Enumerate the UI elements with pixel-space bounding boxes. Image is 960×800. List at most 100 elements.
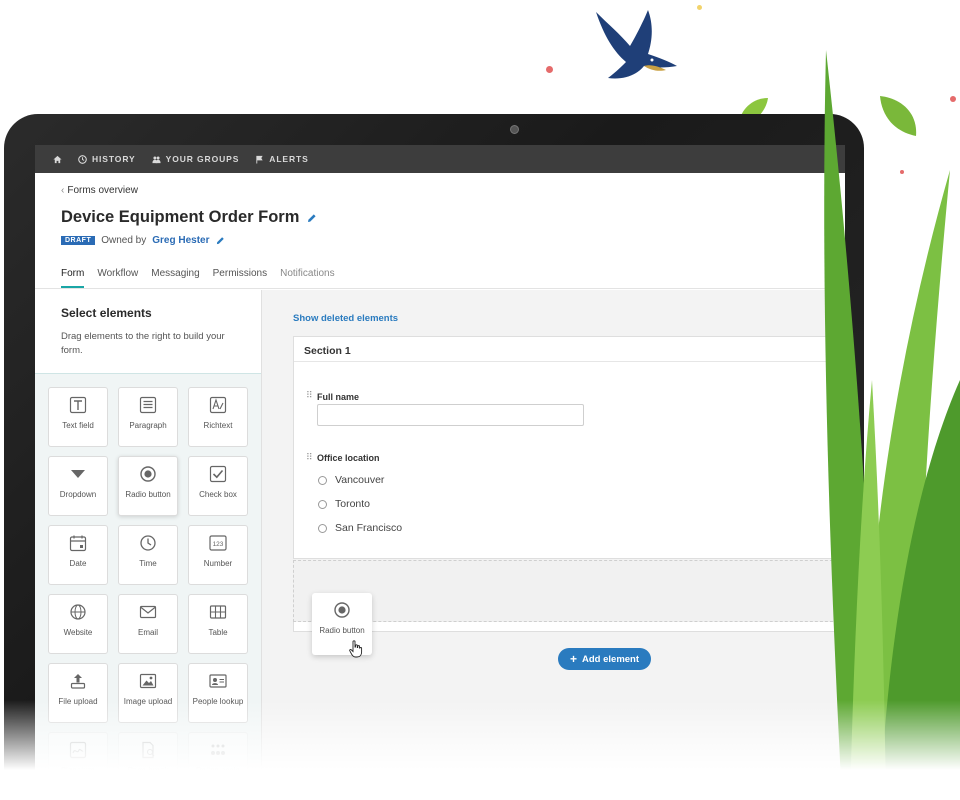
rating-scale-icon [211,744,225,755]
nav-your-groups[interactable]: YOUR GROUPS [152,154,240,164]
element-label: Dropdown [59,490,97,499]
element-richtext[interactable]: Richtext [188,387,248,447]
element-table[interactable]: Table [188,594,248,654]
nav-label: ALERTS [269,154,309,164]
group-icon [152,156,161,163]
element-label: Page break [127,766,169,775]
element-website[interactable]: Website [48,594,108,654]
element-file-upload[interactable]: File upload [48,663,108,723]
drag-handle-icon[interactable]: ⠿ [306,453,313,462]
element-label: Rating scale [195,766,241,775]
element-label: Time [139,559,157,568]
radio-option-label: Vancouver [335,474,385,486]
nav-history[interactable]: HISTORY [78,154,136,164]
tab-notifications[interactable]: Notifications [280,268,334,288]
add-element-button[interactable]: + Add element [558,648,652,670]
full-name-label: Full name [317,392,360,402]
element-label: File upload [58,697,98,706]
number-icon: 123 [209,535,227,551]
element-label: Website [63,628,93,637]
upload-icon [70,674,86,689]
radio-circle[interactable] [318,499,327,509]
element-email[interactable]: Email [118,594,178,654]
radio-option[interactable]: San Francisco [318,522,402,534]
element-radio-button[interactable]: Radio button [118,456,178,516]
clock-icon [78,154,87,164]
element-rating-scale[interactable]: Rating scale [188,732,248,792]
element-image-upload[interactable]: Image upload [118,663,178,723]
owner-link[interactable]: Greg Hester [152,235,209,246]
tab-form[interactable]: Form [61,268,85,288]
element-text-field[interactable]: Text field [48,387,108,447]
form-tabs: Form Workflow Messaging Permissions Noti… [61,268,335,288]
breadcrumb[interactable]: ‹ Forms overview [61,185,819,196]
radio-option[interactable]: Toronto [318,498,370,510]
element-date[interactable]: Date [48,525,108,585]
element-label: Check box [199,490,237,499]
nav-label: HISTORY [92,154,136,164]
chevron-left-icon: ‹ [61,185,65,196]
radio-button-icon [140,466,156,482]
drop-zone[interactable] [293,560,845,622]
element-people-lookup[interactable]: People lookup [188,663,248,723]
svg-text:123: 123 [213,541,224,548]
drag-handle-icon[interactable]: ⠿ [306,391,313,400]
show-deleted-elements-link[interactable]: Show deleted elements [293,313,398,324]
radio-circle[interactable] [318,475,327,485]
edit-owner-pencil-icon[interactable] [216,236,225,245]
text-field-icon [69,396,87,414]
checkbox-icon [209,465,227,483]
radio-circle[interactable] [318,523,327,533]
radio-option-label: Toronto [335,498,371,510]
element-label: Radio button [319,626,365,635]
full-name-input[interactable] [317,404,584,426]
element-label: Paragraph [129,421,167,430]
calendar-icon [69,535,87,552]
radio-button-icon [334,602,350,618]
element-label: Richtext [203,421,233,430]
radio-option[interactable]: Vancouver [318,474,384,486]
element-time[interactable]: Time [118,525,178,585]
element-label: Image upload [123,697,173,706]
status-badge: DRAFT [61,236,96,245]
breadcrumb-link[interactable]: Forms overview [67,185,138,196]
people-lookup-icon [209,674,227,688]
richtext-icon [209,396,227,414]
radio-option-label: San Francisco [335,522,403,534]
tab-workflow[interactable]: Workflow [97,268,138,288]
element-label: Table [208,628,228,637]
tab-permissions[interactable]: Permissions [213,268,267,288]
table-icon [209,605,227,619]
element-paragraph[interactable]: Paragraph [118,387,178,447]
element-dropdown[interactable]: Dropdown [48,456,108,516]
plus-icon: + [570,652,578,666]
palette-title: Select elements [61,306,152,320]
tab-messaging[interactable]: Messaging [151,268,199,288]
nav-home[interactable] [53,155,62,164]
swallow-illustration [596,10,677,79]
flag-icon [256,155,263,164]
clock-icon [140,535,156,551]
element-check-box[interactable]: Check box [188,456,248,516]
office-location-label: Office location [317,453,380,463]
page-title: Device Equipment Order Form [61,208,300,226]
section-footer [293,622,845,632]
image-icon [139,673,157,689]
edit-title-pencil-icon[interactable] [307,213,317,223]
dropdown-icon [71,470,85,478]
element-number[interactable]: 123 Number [188,525,248,585]
element-label: Signature [60,766,96,775]
element-label: Date [69,559,87,568]
form-header: ‹ Forms overview Device Equipment Order … [35,173,845,289]
webcam [510,125,519,134]
element-signature[interactable]: Signature [48,732,108,792]
section-title[interactable]: Section 1 [294,337,845,362]
add-element-label: Add element [582,653,640,665]
element-grid: Text field Paragraph Richtext Dropdown R… [48,387,248,792]
element-label: Radio button [125,490,171,499]
element-page-break[interactable]: Page break [118,732,178,792]
dragging-radio-button-tile[interactable]: Radio button [312,593,372,655]
nav-alerts[interactable]: ALERTS [255,154,308,164]
element-palette: Select elements Drag elements to the rig… [35,290,262,800]
form-section: Section 1 ⠿ Full name · ▲ ⠿ Office locat… [293,336,845,559]
